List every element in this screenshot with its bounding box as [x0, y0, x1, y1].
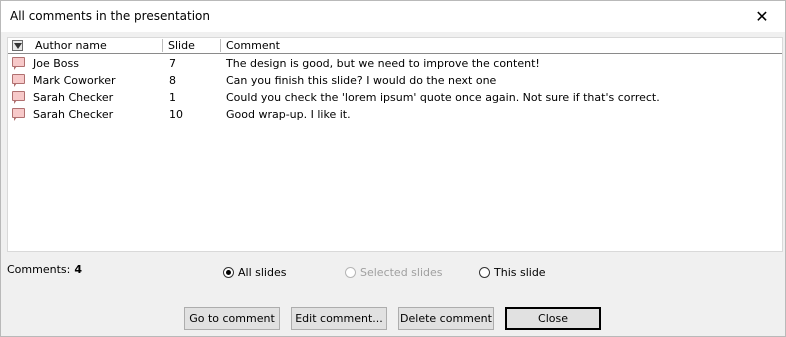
row-comment: Good wrap-up. I like it. [226, 108, 351, 121]
comments-list[interactable]: Author name Slide Comment Joe Boss 7 The… [7, 37, 783, 252]
list-row[interactable]: Joe Boss 7 The design is good, but we ne… [8, 55, 782, 72]
close-button[interactable]: Close [505, 307, 601, 330]
radio-this-slide[interactable]: This slide [479, 265, 546, 279]
row-author: Joe Boss [33, 57, 79, 70]
row-slide: 8 [169, 74, 176, 87]
title-bar: All comments in the presentation ✕ [1, 1, 785, 32]
go-to-comment-button[interactable]: Go to comment [184, 307, 280, 330]
comments-dialog: All comments in the presentation ✕ Autho… [0, 0, 786, 337]
radio-button-checked-icon[interactable] [223, 266, 234, 278]
close-icon[interactable]: ✕ [739, 1, 785, 32]
list-row[interactable]: Sarah Checker 1 Could you check the 'lor… [8, 89, 782, 106]
comment-icon [12, 91, 25, 104]
list-row[interactable]: Mark Coworker 8 Can you finish this slid… [8, 72, 782, 89]
column-header-author[interactable]: Author name [30, 38, 162, 53]
column-header-slide[interactable]: Slide [163, 38, 220, 53]
row-author: Mark Coworker [33, 74, 116, 87]
row-comment: The design is good, but we need to impro… [226, 57, 540, 70]
radio-this-slide-label: This slide [494, 265, 546, 279]
comments-count: Comments: 4 [7, 263, 82, 276]
radio-all-slides-label: All slides [238, 265, 287, 279]
row-slide: 1 [169, 91, 176, 104]
radio-selected-slides-label: Selected slides [360, 265, 443, 279]
sort-dropdown-icon[interactable] [12, 40, 23, 51]
list-row[interactable]: Sarah Checker 10 Good wrap-up. I like it… [8, 106, 782, 123]
radio-all-slides[interactable]: All slides [223, 265, 286, 279]
dialog-title: All comments in the presentation [10, 9, 210, 23]
comment-icon [12, 74, 25, 87]
radio-button-icon[interactable] [479, 266, 490, 278]
row-comment: Can you finish this slide? I would do th… [226, 74, 497, 87]
row-author: Sarah Checker [33, 91, 114, 104]
comment-icon [12, 57, 25, 70]
edit-comment-button[interactable]: Edit comment... [291, 307, 387, 330]
comments-count-value: 4 [74, 263, 82, 276]
column-header-comment[interactable]: Comment [221, 38, 782, 53]
delete-comment-button[interactable]: Delete comment [398, 307, 494, 330]
comments-count-label: Comments: [7, 263, 71, 276]
radio-button-icon [345, 266, 356, 278]
list-header: Author name Slide Comment [8, 38, 782, 54]
row-author: Sarah Checker [33, 108, 114, 121]
comment-icon [12, 108, 25, 121]
row-slide: 10 [169, 108, 183, 121]
row-comment: Could you check the 'lorem ipsum' quote … [226, 91, 660, 104]
row-slide: 7 [169, 57, 176, 70]
radio-selected-slides: Selected slides [345, 265, 443, 279]
